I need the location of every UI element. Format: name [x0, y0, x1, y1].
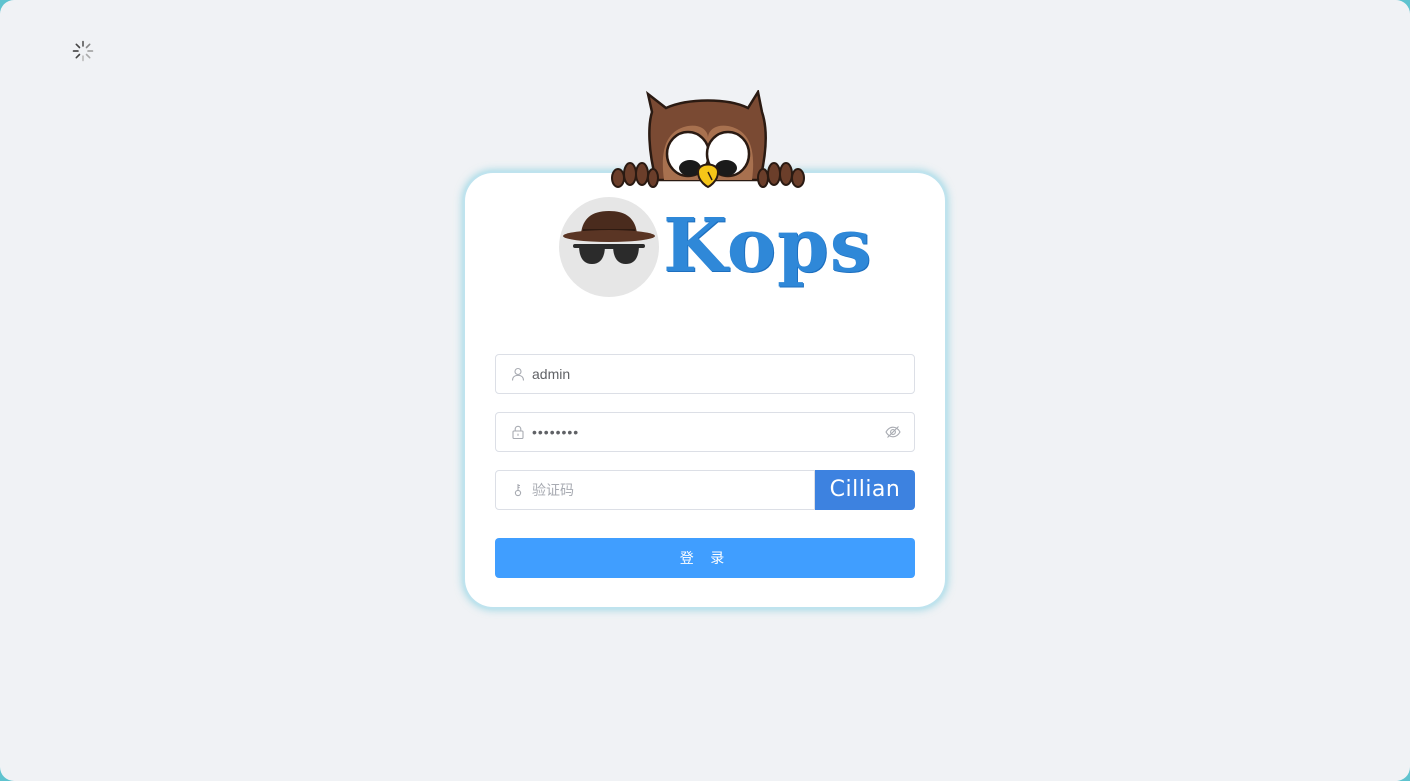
username-field[interactable]	[495, 354, 915, 394]
eye-hidden-icon[interactable]	[885, 425, 901, 439]
user-icon	[511, 367, 525, 381]
login-button[interactable]: 登 录	[495, 538, 915, 578]
detective-avatar	[559, 197, 659, 297]
detective-hat-glasses-icon	[563, 211, 655, 264]
captcha-field[interactable]	[495, 470, 815, 510]
key-icon	[514, 484, 522, 497]
password-input[interactable]	[532, 413, 872, 451]
username-input[interactable]	[532, 355, 902, 393]
captcha-input[interactable]	[532, 471, 802, 509]
owl-mascot-icon	[611, 90, 805, 189]
loading-spinner-icon	[72, 40, 94, 62]
brand-name: Kops	[663, 203, 873, 289]
page-background: Kops admin •••••••• 验证码 Cillian 登 录	[0, 0, 1410, 781]
password-field[interactable]	[495, 412, 915, 452]
login-card: Kops admin •••••••• 验证码 Cillian 登 录	[465, 173, 945, 607]
captcha-image[interactable]: Cillian	[815, 470, 915, 510]
lock-icon	[512, 425, 524, 439]
logo: Kops	[559, 197, 871, 297]
